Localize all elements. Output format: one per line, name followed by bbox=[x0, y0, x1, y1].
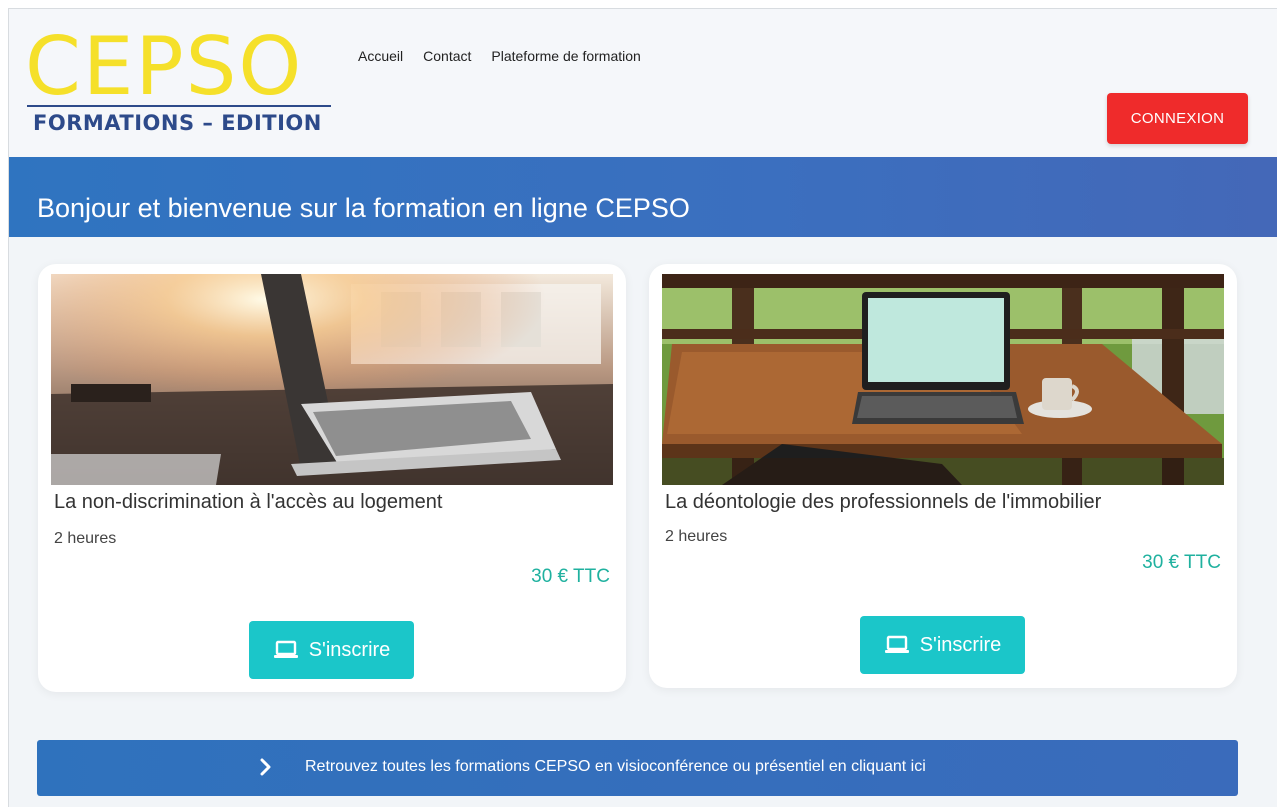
course-duration: 2 heures bbox=[54, 530, 117, 547]
register-button[interactable]: S'inscrire bbox=[249, 621, 414, 679]
all-formations-link-bar[interactable]: Retrouvez toutes les formations CEPSO en… bbox=[37, 740, 1238, 796]
welcome-banner: Bonjour et bienvenue sur la formation en… bbox=[9, 157, 1277, 237]
course-card: La non-discrimination à l'accès au logem… bbox=[38, 264, 626, 692]
all-formations-link-text: Retrouvez toutes les formations CEPSO en… bbox=[305, 758, 926, 775]
chevron-right-icon bbox=[260, 758, 271, 776]
site-header: CEPSO FORMATIONS – EDITION Accueil Conta… bbox=[9, 9, 1277, 157]
course-title[interactable]: La non-discrimination à l'accès au logem… bbox=[54, 491, 442, 514]
course-image-laptop-sunlight[interactable] bbox=[51, 274, 613, 485]
register-button-label: S'inscrire bbox=[919, 633, 1002, 656]
course-image-laptop-terrace[interactable] bbox=[662, 274, 1224, 485]
nav-link-accueil[interactable]: Accueil bbox=[358, 48, 403, 64]
course-price: 30 € TTC bbox=[531, 566, 610, 587]
nav-link-plateforme[interactable]: Plateforme de formation bbox=[491, 48, 640, 64]
laptop-terrace-photo bbox=[662, 274, 1224, 485]
course-card: La déontologie des professionnels de l'i… bbox=[649, 264, 1237, 688]
logo-main-text: CEPSO bbox=[25, 20, 304, 113]
course-price: 30 € TTC bbox=[1142, 552, 1221, 573]
register-button[interactable]: S'inscrire bbox=[860, 616, 1025, 674]
laptop-sunlight-photo bbox=[51, 274, 613, 485]
login-button[interactable]: CONNEXION bbox=[1107, 93, 1248, 144]
main-nav: Accueil Contact Plateforme de formation bbox=[358, 48, 641, 64]
logo-subtitle: FORMATIONS – EDITION bbox=[33, 111, 322, 135]
laptop-icon bbox=[273, 640, 298, 658]
page: CEPSO FORMATIONS – EDITION Accueil Conta… bbox=[8, 8, 1277, 807]
register-button-label: S'inscrire bbox=[308, 638, 391, 661]
course-duration: 2 heures bbox=[665, 528, 728, 545]
welcome-title: Bonjour et bienvenue sur la formation en… bbox=[37, 193, 690, 223]
logo-divider bbox=[27, 105, 331, 107]
laptop-icon bbox=[884, 635, 909, 653]
cepso-logo[interactable]: CEPSO FORMATIONS – EDITION bbox=[25, 20, 335, 135]
nav-link-contact[interactable]: Contact bbox=[423, 48, 471, 64]
course-title[interactable]: La déontologie des professionnels de l'i… bbox=[665, 491, 1101, 514]
